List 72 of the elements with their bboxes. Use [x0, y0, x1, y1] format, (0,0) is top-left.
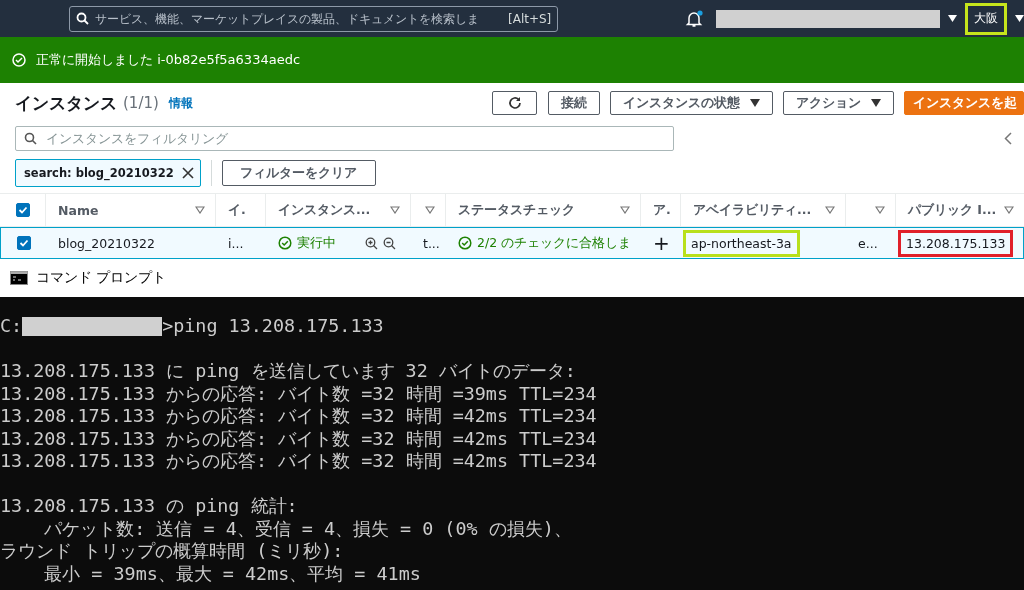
status-check-text: 2/2 のチェックに合格しま [477, 234, 632, 252]
token-label: search: blog_20210322 [24, 166, 174, 180]
check-icon [18, 238, 29, 248]
refresh-button[interactable] [492, 91, 537, 115]
column-header[interactable]: パブリック I... [908, 201, 997, 219]
check-circle-icon [278, 236, 292, 250]
command-text: >ping 13.208.175.133 [162, 315, 384, 338]
zoom-out-icon[interactable] [383, 236, 396, 250]
bell-icon[interactable] [684, 9, 705, 28]
terminal-line: 13.208.175.133 からの応答: バイト数 =32 時間 =39ms TTL=234 [0, 382, 597, 405]
sort-icon[interactable] [620, 206, 630, 214]
connect-button[interactable]: 接続 [548, 91, 600, 115]
column-header[interactable]: アベイラビリティ... [693, 201, 812, 219]
prompt-drive: C: [0, 315, 23, 338]
terminal-line: 13.208.175.133 に ping を送信しています 32 バイトのデータ: [0, 360, 576, 383]
caret-icon [871, 99, 881, 107]
search-icon [76, 12, 89, 25]
collapse-icon[interactable] [1004, 131, 1012, 145]
terminal-line: ラウンド トリップの概算時間 (ミリ秒): [0, 540, 344, 563]
terminal-line: 13.208.175.133 の ping 統計: [0, 495, 298, 518]
shortcut-hint: [Alt+S] [508, 11, 552, 26]
window-title: コマンド プロンプト [36, 269, 167, 287]
instance-count: (1/1) [123, 94, 159, 112]
sort-icon[interactable] [1004, 206, 1014, 214]
terminal-line: 13.208.175.133 からの応答: バイト数 =32 時間 =42ms TTL=234 [0, 405, 597, 428]
add-alarm-icon[interactable]: + [653, 233, 670, 253]
sort-icon[interactable] [875, 206, 885, 214]
dropdown-button[interactable]: アクション [783, 91, 894, 115]
zoom-in-icon[interactable] [365, 236, 378, 250]
info-link[interactable]: 情報 [168, 94, 193, 112]
banner-message: 正常に開始しました i-0b82e5f5a6334aedc [36, 51, 301, 69]
table-cell: ap-northeast-3a [683, 229, 800, 257]
column-header[interactable]: イ. [228, 201, 246, 219]
table-cell: t... [423, 235, 440, 251]
column-header[interactable]: Name [58, 202, 99, 218]
column-header[interactable]: インスタンス... [278, 201, 371, 219]
caret-icon [750, 99, 760, 107]
region-menu[interactable]: 大阪 [965, 2, 1007, 35]
refresh-icon [507, 96, 522, 110]
console-icon [10, 271, 28, 285]
table-cell: blog_20210322 [58, 235, 155, 251]
check-circle-icon [12, 53, 26, 67]
terminal-line: 13.208.175.133 からの応答: バイト数 =32 時間 =42ms TTL=234 [0, 427, 597, 450]
filter-field[interactable]: インスタンスをフィルタリング [15, 125, 674, 151]
table-row[interactable]: blog_20210322 i... 実行中 t... 2/2 のチェックに合格しま + ap-northeast-3a e... 13.208.175.133 [0, 227, 1024, 259]
select-all-checkbox[interactable] [15, 203, 30, 217]
status-text: 実行中 [297, 234, 336, 252]
column-header[interactable]: ア. [653, 201, 671, 219]
table-cell: i... [228, 235, 244, 251]
terminal-line: 13.208.175.133 からの応答: バイト数 =32 時間 =42ms TTL=234 [0, 450, 597, 473]
terminal-line: パケット数: 送信 = 4、受信 = 4、損失 = 0 (0% の損失)、 [43, 517, 572, 540]
close-icon[interactable] [181, 167, 194, 179]
sort-icon[interactable] [825, 206, 835, 214]
column-header[interactable]: ステータスチェック [458, 201, 575, 219]
search-icon [24, 131, 37, 145]
check-icon [17, 205, 28, 215]
account-menu[interactable] [716, 9, 940, 28]
row-checkbox[interactable] [16, 236, 31, 250]
sort-icon[interactable] [390, 206, 400, 214]
section-title: インスタンス [15, 91, 117, 115]
clear-filter-button[interactable]: フィルターをクリア [221, 160, 376, 186]
dropdown-button[interactable]: インスタンスの状態 [610, 91, 773, 115]
search-field[interactable]: サービス、機能、マーケットプレイスの製品、ドキュメントを検索しま [Alt+S] [69, 5, 559, 32]
caret-icon [948, 15, 957, 22]
table-cell: 13.208.175.133 [898, 229, 1014, 257]
sort-icon[interactable] [195, 206, 205, 214]
sort-icon[interactable] [425, 206, 435, 214]
check-circle-icon [458, 236, 472, 250]
filter-token[interactable]: search: blog_20210322 [15, 159, 201, 187]
terminal-line: 最小 = 39ms、最大 = 42ms、平均 = 41ms [43, 562, 421, 585]
table-cell: e... [858, 235, 878, 251]
caret-icon [1015, 15, 1024, 22]
